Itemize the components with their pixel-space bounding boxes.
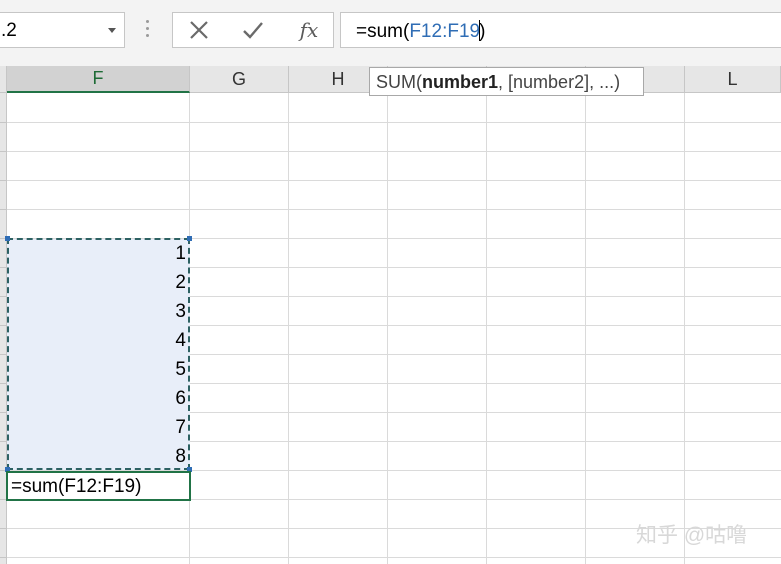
- column-header-partial[interactable]: [0, 66, 7, 93]
- gridline: [7, 180, 781, 181]
- active-cell-text: =sum(F12:F19): [11, 476, 142, 497]
- gridline: [288, 93, 289, 564]
- formula-buttons: fx: [172, 12, 334, 48]
- range-resize-handle[interactable]: [187, 236, 192, 241]
- gridline: [7, 209, 781, 210]
- gridline: [7, 151, 781, 152]
- formula-text: =sum(F12:F19): [356, 20, 485, 43]
- watermark: 知乎 @咕噜: [636, 524, 748, 547]
- tooltip-function-name[interactable]: SUM(: [376, 72, 422, 92]
- drag-handle-icon[interactable]: [144, 20, 150, 42]
- formula-bar-area: .2 fx =sum(F12:F19): [0, 0, 781, 66]
- tooltip-current-argument[interactable]: number1: [422, 72, 498, 92]
- row-divider: [0, 557, 7, 558]
- chevron-down-icon[interactable]: [108, 28, 116, 33]
- row-divider: [0, 151, 7, 152]
- formula-input[interactable]: =sum(F12:F19): [340, 12, 781, 48]
- gridline: [486, 93, 487, 564]
- gridline: [7, 122, 781, 123]
- formula-range-ref: F12:F19: [409, 21, 481, 42]
- name-box[interactable]: .2: [0, 12, 125, 48]
- formula-suffix: ): [479, 21, 486, 42]
- tooltip-remaining-arguments: , [number2], ...): [498, 72, 621, 92]
- active-cell-f20[interactable]: =sum(F12:F19): [6, 471, 191, 501]
- column-header-l[interactable]: L: [685, 66, 781, 93]
- reference-range-border: [7, 238, 190, 470]
- row-divider: [0, 296, 7, 297]
- gridline: [684, 93, 685, 564]
- gridline: [387, 93, 388, 564]
- enter-button[interactable]: [233, 13, 273, 47]
- row-divider: [0, 441, 7, 442]
- row-divider: [0, 122, 7, 123]
- insert-function-button[interactable]: fx: [289, 13, 329, 47]
- row-divider: [0, 354, 7, 355]
- row-divider: [0, 412, 7, 413]
- close-icon: [190, 21, 208, 39]
- row-divider: [0, 209, 7, 210]
- gridline: [585, 93, 586, 564]
- fx-icon: fx: [299, 18, 319, 42]
- name-box-value: .2: [1, 20, 17, 41]
- cancel-button[interactable]: [179, 13, 219, 47]
- row-divider: [0, 180, 7, 181]
- row-divider: [0, 267, 7, 268]
- row-divider: [0, 528, 7, 529]
- column-header-g[interactable]: G: [190, 66, 289, 93]
- row-divider: [0, 325, 7, 326]
- row-divider: [0, 383, 7, 384]
- gridline: [7, 557, 781, 558]
- checkmark-icon: [243, 22, 263, 39]
- function-argument-tooltip: SUM(number1, [number2], ...): [369, 67, 644, 96]
- range-resize-handle[interactable]: [5, 236, 10, 241]
- formula-prefix: =sum(: [356, 21, 410, 42]
- column-header-f[interactable]: F: [7, 66, 190, 93]
